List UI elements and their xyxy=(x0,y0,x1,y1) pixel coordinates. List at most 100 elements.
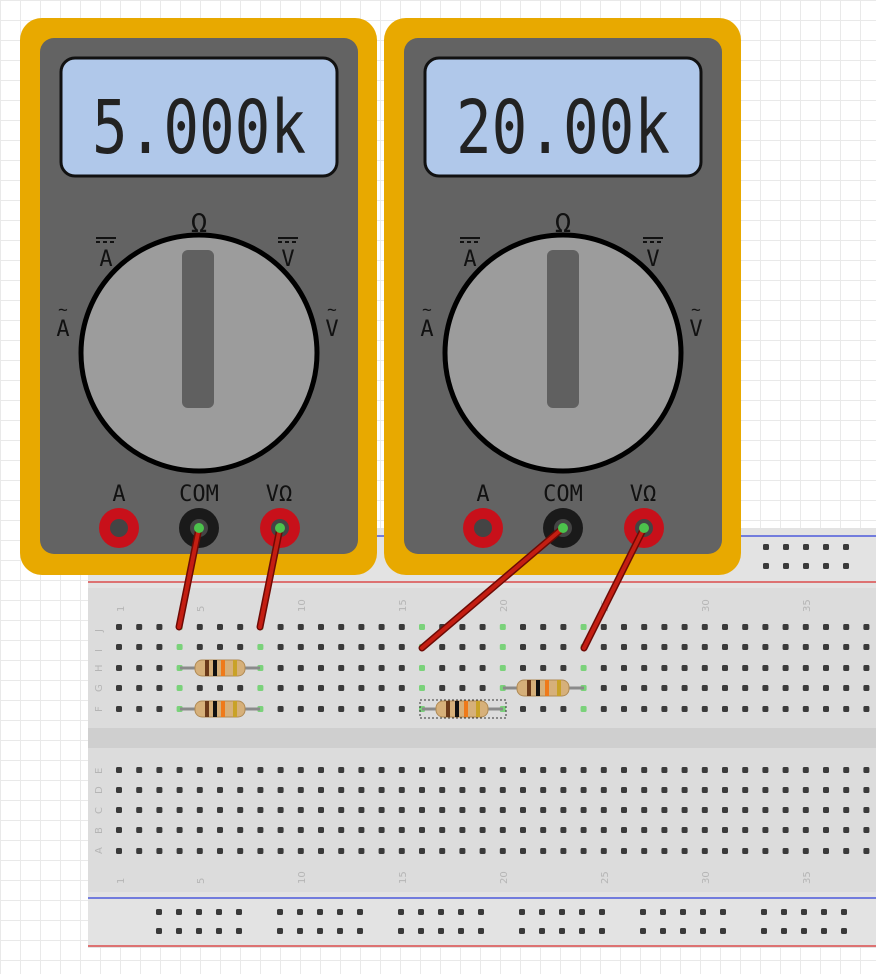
breadboard-hole[interactable] xyxy=(600,767,607,773)
breadboard-hole[interactable] xyxy=(499,848,506,854)
breadboard-hole[interactable] xyxy=(459,665,466,671)
breadboard-hole[interactable] xyxy=(681,848,688,854)
breadboard-hole[interactable] xyxy=(338,848,345,854)
breadboard-hole[interactable] xyxy=(742,807,749,813)
breadboard-hole[interactable] xyxy=(742,767,749,773)
breadboard-hole[interactable] xyxy=(419,848,425,854)
breadboard-hole[interactable] xyxy=(196,767,203,773)
breadboard-hole[interactable] xyxy=(722,787,728,793)
breadboard-hole[interactable] xyxy=(459,624,466,630)
breadboard-hole[interactable] xyxy=(722,665,728,671)
breadboard-hole[interactable] xyxy=(378,665,385,671)
rail-hole[interactable] xyxy=(660,909,666,915)
breadboard-hole[interactable] xyxy=(802,848,809,854)
breadboard-hole[interactable] xyxy=(661,644,668,650)
rail-hole[interactable] xyxy=(216,928,222,934)
rail-hole[interactable] xyxy=(801,909,807,915)
breadboard-hole[interactable] xyxy=(419,787,425,793)
breadboard-hole[interactable] xyxy=(600,787,607,793)
breadboard-hole[interactable] xyxy=(196,827,203,833)
breadboard-hole[interactable] xyxy=(358,665,365,671)
breadboard-hole[interactable] xyxy=(318,685,324,691)
breadboard-hole[interactable] xyxy=(863,767,870,773)
breadboard-hole[interactable] xyxy=(419,665,425,671)
breadboard-hole[interactable] xyxy=(378,706,385,712)
breadboard-hole[interactable] xyxy=(661,767,668,773)
breadboard-hole[interactable] xyxy=(843,624,850,630)
breadboard-hole[interactable] xyxy=(600,706,607,712)
breadboard-hole[interactable] xyxy=(277,827,284,833)
breadboard-hole[interactable] xyxy=(257,767,264,773)
breadboard-hole[interactable] xyxy=(802,685,809,691)
breadboard-hole[interactable] xyxy=(499,827,506,833)
breadboard-hole[interactable] xyxy=(297,827,304,833)
breadboard-hole[interactable] xyxy=(843,644,850,650)
breadboard-hole[interactable] xyxy=(782,644,789,650)
breadboard-hole[interactable] xyxy=(823,767,829,773)
breadboard-hole[interactable] xyxy=(701,644,708,650)
breadboard-hole[interactable] xyxy=(701,787,708,793)
breadboard-hole[interactable] xyxy=(318,848,324,854)
breadboard-hole[interactable] xyxy=(722,807,728,813)
breadboard-hole[interactable] xyxy=(661,848,668,854)
breadboard-hole[interactable] xyxy=(439,848,446,854)
rail-hole[interactable] xyxy=(843,563,849,569)
rail-hole[interactable] xyxy=(700,928,706,934)
rail-hole[interactable] xyxy=(821,928,827,934)
rail-hole[interactable] xyxy=(357,909,363,915)
breadboard-hole[interactable] xyxy=(762,807,769,813)
breadboard-hole[interactable] xyxy=(297,706,304,712)
breadboard-hole[interactable] xyxy=(520,787,526,793)
breadboard-hole[interactable] xyxy=(479,624,486,630)
breadboard-hole[interactable] xyxy=(863,807,870,813)
rail-hole[interactable] xyxy=(236,909,242,915)
breadboard-hole[interactable] xyxy=(116,827,122,833)
rail-hole[interactable] xyxy=(841,928,847,934)
breadboard-hole[interactable] xyxy=(136,848,143,854)
breadboard-hole[interactable] xyxy=(540,665,547,671)
breadboard-hole[interactable] xyxy=(641,644,648,650)
breadboard-hole[interactable] xyxy=(277,767,284,773)
breadboard-hole[interactable] xyxy=(116,644,122,650)
rail-hole[interactable] xyxy=(559,928,565,934)
breadboard-hole[interactable] xyxy=(802,787,809,793)
breadboard-hole[interactable] xyxy=(641,827,648,833)
breadboard-hole[interactable] xyxy=(560,787,567,793)
breadboard-hole[interactable] xyxy=(439,767,446,773)
rail-hole[interactable] xyxy=(277,909,283,915)
multimeter-2[interactable]: 20.00k Ω A V ~ A ~ V A COM VΩ xyxy=(384,18,741,575)
rail-hole[interactable] xyxy=(761,928,767,934)
breadboard-hole[interactable] xyxy=(540,644,547,650)
breadboard-hole[interactable] xyxy=(540,624,547,630)
breadboard-hole[interactable] xyxy=(681,706,688,712)
breadboard-hole[interactable] xyxy=(499,787,506,793)
breadboard-hole[interactable] xyxy=(641,787,648,793)
breadboard-hole[interactable] xyxy=(277,787,284,793)
breadboard-hole[interactable] xyxy=(479,807,486,813)
breadboard-hole[interactable] xyxy=(762,665,769,671)
breadboard-hole[interactable] xyxy=(762,624,769,630)
breadboard-hole[interactable] xyxy=(297,787,304,793)
breadboard-hole[interactable] xyxy=(520,644,526,650)
rail-hole[interactable] xyxy=(398,909,404,915)
breadboard-hole[interactable] xyxy=(358,685,365,691)
breadboard-hole[interactable] xyxy=(802,624,809,630)
breadboard-hole[interactable] xyxy=(358,624,365,630)
breadboard-hole[interactable] xyxy=(217,807,223,813)
breadboard-hole[interactable] xyxy=(257,685,264,691)
rail-hole[interactable] xyxy=(176,909,182,915)
breadboard-hole[interactable] xyxy=(722,827,728,833)
breadboard-hole[interactable] xyxy=(479,848,486,854)
breadboard-hole[interactable] xyxy=(237,827,244,833)
breadboard-hole[interactable] xyxy=(782,706,789,712)
breadboard-hole[interactable] xyxy=(136,787,143,793)
breadboard-hole[interactable] xyxy=(398,624,405,630)
breadboard-hole[interactable] xyxy=(823,807,829,813)
breadboard-hole[interactable] xyxy=(701,665,708,671)
breadboard-hole[interactable] xyxy=(318,665,324,671)
breadboard-hole[interactable] xyxy=(398,665,405,671)
breadboard-hole[interactable] xyxy=(318,827,324,833)
breadboard-hole[interactable] xyxy=(580,807,587,813)
rail-hole[interactable] xyxy=(599,909,605,915)
breadboard-hole[interactable] xyxy=(257,807,264,813)
